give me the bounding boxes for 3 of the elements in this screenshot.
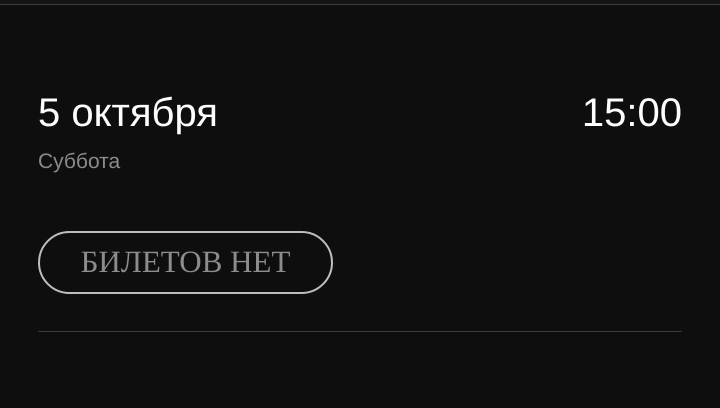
event-date: 5 октября <box>38 90 218 137</box>
event-time: 15:00 <box>582 90 682 137</box>
event-weekday: Суббота <box>38 149 120 175</box>
